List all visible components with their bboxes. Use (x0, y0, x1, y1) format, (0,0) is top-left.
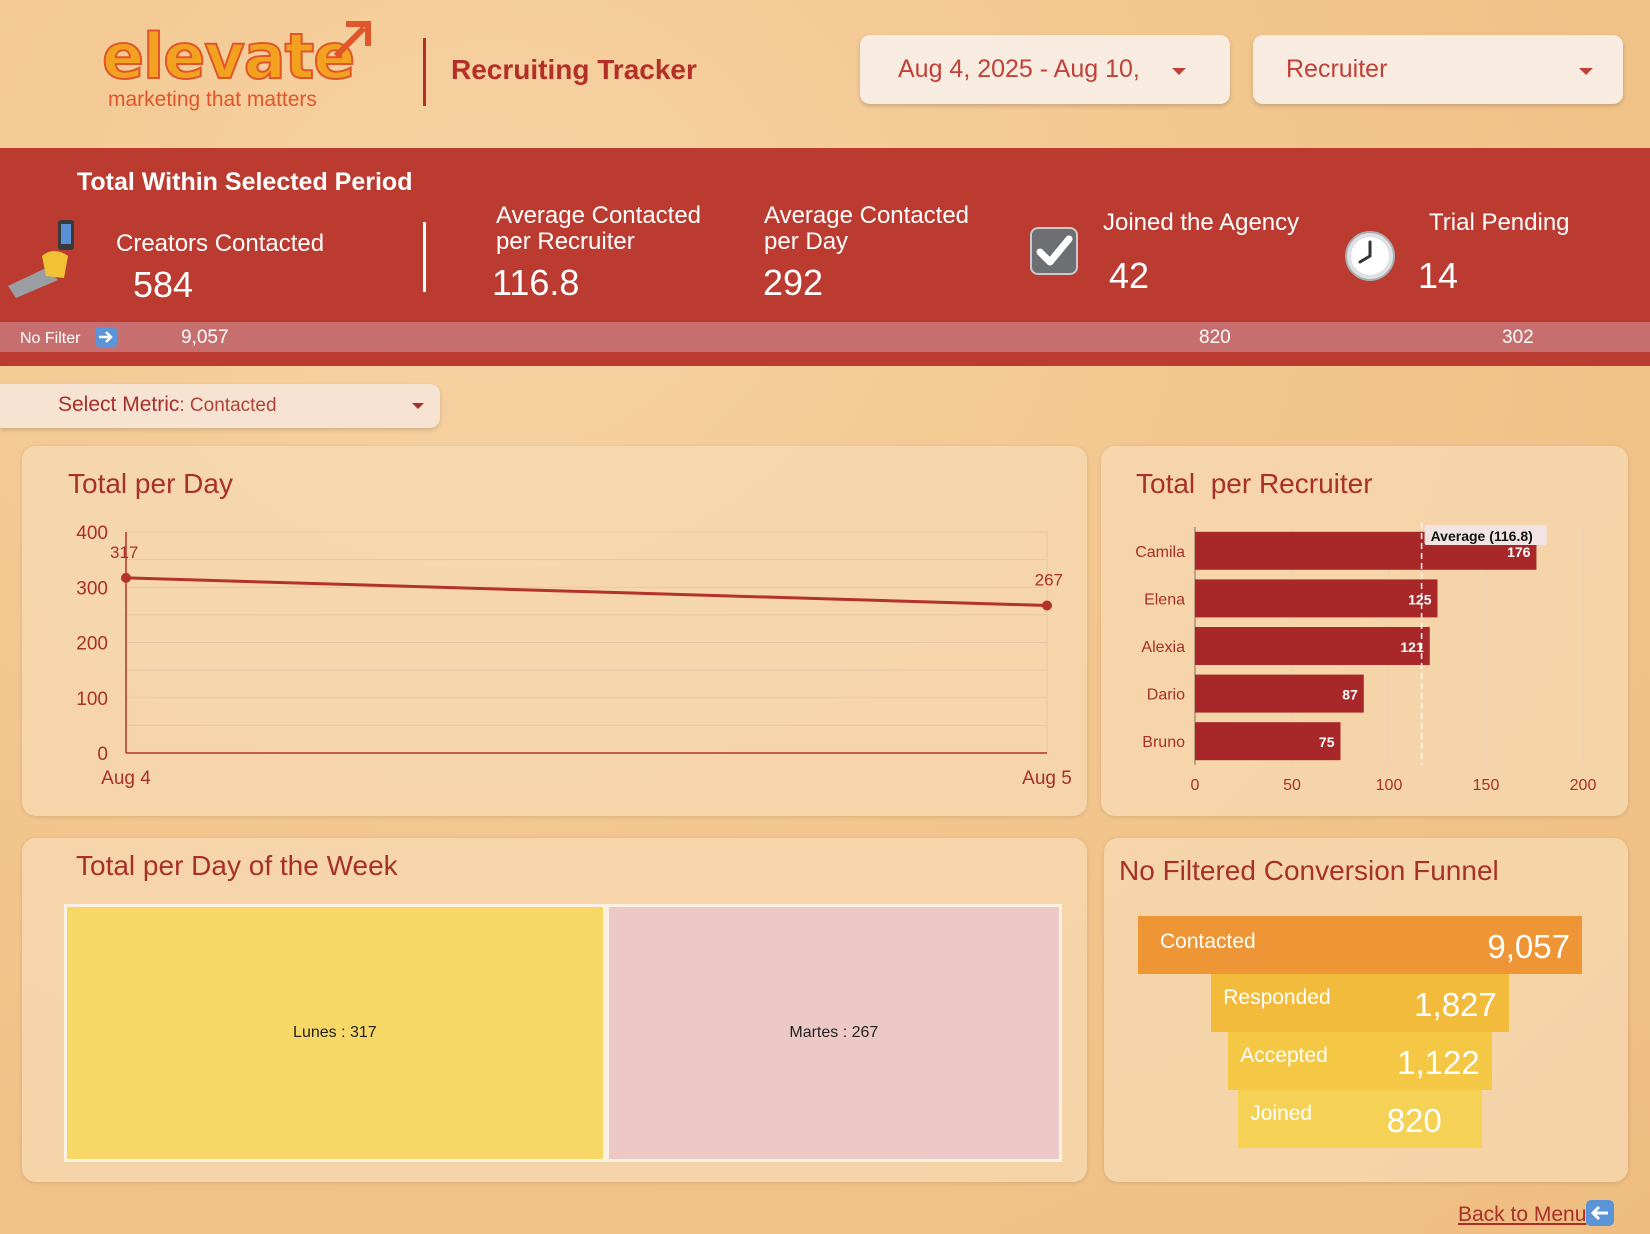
chart-title-per-recruiter: Total per Recruiter (1136, 468, 1373, 499)
chevron-down-icon (1172, 68, 1186, 75)
chevron-down-icon[interactable] (412, 403, 424, 409)
arrow-right-icon (95, 327, 117, 347)
no-filter-label: No Filter (20, 330, 81, 347)
funnel-stage: Accepted 1,122 (1228, 1032, 1492, 1090)
funnel-stage-value: 820 (1386, 1102, 1442, 1139)
card-per-day (22, 446, 1087, 816)
kpi-joined-value: 42 (1109, 255, 1150, 296)
treemap-cell: Martes : 267 (605, 904, 1062, 1162)
funnel-stage: Responded 1,827 (1211, 974, 1509, 1032)
header-divider (423, 38, 426, 106)
chart-title-funnel: No Filtered Conversion Funnel (1119, 855, 1499, 886)
chart-title-day-of-week: Total per Day of the Week (76, 850, 398, 881)
funnel-stage-value: 1,122 (1397, 1044, 1480, 1081)
funnel-stage-label: Responded (1223, 986, 1331, 1009)
recruiter-filter[interactable]: Recruiter (1253, 35, 1623, 104)
logo-arrow-icon (333, 21, 371, 59)
date-range-picker[interactable]: Aug 4, 2025 - Aug 10, 2025 (860, 35, 1230, 104)
no-filter-bar (0, 322, 1650, 352)
no-filter-trial: 302 (1502, 327, 1534, 348)
funnel-stage: Joined 820 (1238, 1090, 1482, 1148)
metric-select-text[interactable]: Select Metric: Contacted (58, 393, 277, 417)
funnel-stage-label: Accepted (1240, 1044, 1328, 1067)
checkbox-icon (1030, 227, 1078, 275)
funnel-stage: Contacted 9,057 (1138, 916, 1582, 974)
kpi-avg-day-value: 292 (763, 262, 824, 303)
funnel-stage-value: 9,057 (1487, 928, 1570, 965)
no-filter-joined: 820 (1199, 327, 1231, 348)
no-filter-contacted: 9,057 (181, 327, 229, 348)
metric-select-label: Select Metric (58, 393, 180, 416)
page-title: Recruiting Tracker (451, 54, 697, 85)
brand-logo: elevate (101, 19, 356, 94)
kpi-trial-value: 14 (1418, 255, 1459, 296)
metric-select-value: : Contacted (179, 395, 277, 416)
treemap-chart: Lunes : 317 Martes : 267 (64, 904, 1062, 1162)
kpi-avg-recruiter-value: 116.8 (492, 262, 580, 303)
phone-hand-icon (8, 220, 74, 298)
kpi-creators-label: Creators Contacted (116, 230, 325, 257)
kpi-section-title: Total Within Selected Period (77, 168, 413, 196)
kpi-creators-value: 584 (133, 264, 194, 305)
kpi-joined-label: Joined the Agency (1103, 209, 1300, 236)
brand-tagline: marketing that matters (108, 88, 317, 111)
kpi-divider (423, 222, 426, 292)
kpi-trial-label: Trial Pending (1429, 209, 1570, 236)
chevron-down-icon (1579, 68, 1593, 75)
back-to-menu-link[interactable]: Back to Menu (1458, 1203, 1586, 1227)
chart-title-per-day: Total per Day (68, 468, 233, 499)
kpi-avg-recruiter-label: Average Contacted per Recruiter (496, 202, 702, 255)
clock-icon (1345, 231, 1395, 281)
arrow-left-icon[interactable] (1586, 1200, 1614, 1226)
funnel-stage-value: 1,827 (1414, 986, 1497, 1023)
recruiter-filter-value: Recruiter (1286, 55, 1388, 83)
treemap-cell-label: Lunes : 317 (293, 1024, 377, 1041)
treemap-cell: Lunes : 317 (64, 904, 606, 1162)
card-per-recruiter (1101, 446, 1628, 816)
funnel-stage-label: Joined (1250, 1102, 1313, 1125)
funnel-stage-label: Contacted (1160, 930, 1256, 953)
treemap-cell-label: Martes : 267 (789, 1024, 879, 1041)
date-range-value: Aug 4, 2025 - Aug 10, 2025 (898, 55, 1148, 83)
kpi-avg-day-label: Average Contacted per Day (764, 202, 970, 255)
